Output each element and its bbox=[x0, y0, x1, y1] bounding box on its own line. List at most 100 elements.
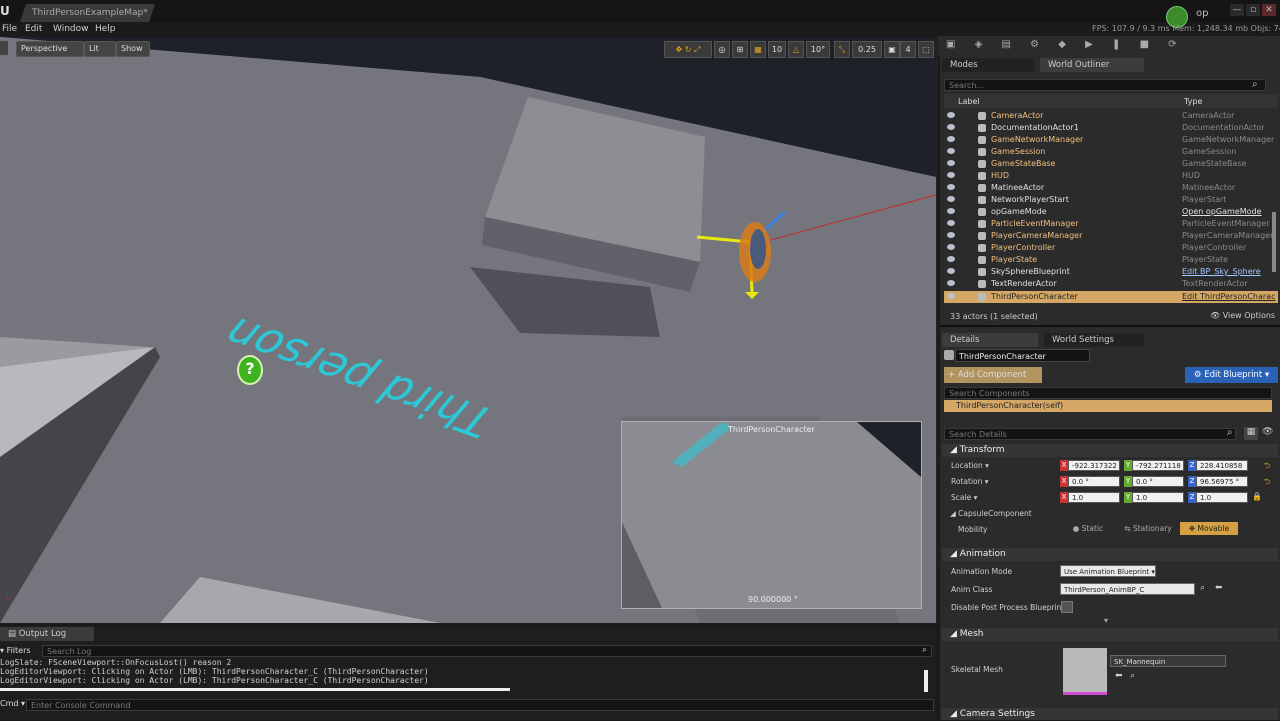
animation-mode-combo[interactable]: Use Animation Blueprint ▾ bbox=[1060, 565, 1156, 577]
eye-icon[interactable] bbox=[947, 208, 955, 214]
section-transform[interactable]: ◢ Transform bbox=[942, 444, 1278, 457]
viewport-options-button[interactable] bbox=[0, 41, 8, 55]
column-label[interactable]: Label bbox=[958, 97, 980, 106]
tab-details[interactable]: Details bbox=[942, 333, 1038, 347]
eye-icon[interactable] bbox=[947, 184, 955, 190]
scale-snap-value[interactable]: 0.25 bbox=[852, 41, 882, 58]
eye-icon[interactable] bbox=[947, 148, 955, 154]
lock-icon[interactable]: 🔒 bbox=[1252, 492, 1262, 501]
menu-help[interactable]: Help bbox=[95, 22, 116, 36]
grid-snap-value[interactable]: 10 bbox=[768, 41, 786, 58]
list-item[interactable]: GameSession GameSession bbox=[944, 146, 1278, 158]
main-toolbar-icons[interactable]: ▣ ◈ ▤ ⚙ ◆ ▶ ❚ ■ ⟳ bbox=[946, 39, 1276, 53]
eye-icon[interactable] bbox=[947, 268, 955, 274]
camera-speed-icon[interactable]: ▣ bbox=[884, 41, 900, 58]
edit-blueprint-button[interactable]: ⚙ Edit Blueprint ▾ bbox=[1185, 367, 1278, 383]
mesh-thumbnail[interactable] bbox=[1063, 648, 1107, 695]
property-matrix-icon[interactable]: ▦ bbox=[1244, 427, 1258, 440]
eye-icon[interactable] bbox=[947, 196, 955, 202]
actor-type-link[interactable]: Open opGameMode bbox=[1182, 206, 1262, 218]
log-search-input[interactable]: Search Log bbox=[42, 645, 932, 657]
menu-file[interactable]: File bbox=[2, 22, 17, 36]
scale-z-field[interactable]: 1.0 bbox=[1196, 492, 1248, 503]
list-item[interactable]: CameraActor CameraActor bbox=[944, 110, 1278, 122]
scale-x-field[interactable]: 1.0 bbox=[1068, 492, 1120, 503]
eye-icon[interactable] bbox=[947, 124, 955, 130]
add-component-button[interactable]: + Add Component bbox=[944, 367, 1042, 383]
list-item[interactable]: opGameMode Open opGameMode bbox=[944, 206, 1278, 218]
list-item[interactable]: PlayerState PlayerState bbox=[944, 254, 1278, 266]
eye-icon[interactable] bbox=[947, 280, 955, 286]
actor-type-link[interactable]: Edit BP_Sky_Sphere bbox=[1182, 266, 1261, 278]
cmd-selector[interactable]: Cmd ▾ bbox=[0, 699, 25, 708]
list-item[interactable]: GameStateBase GameStateBase bbox=[944, 158, 1278, 170]
list-item-selected[interactable]: ThirdPersonCharacter Edit ThirdPersonChar… bbox=[944, 291, 1278, 303]
use-selected-arrow-icon[interactable]: ⬅ bbox=[1115, 671, 1123, 681]
rotation-z-field[interactable]: 96.56975 ° bbox=[1196, 476, 1248, 487]
documentation-icon[interactable]: ? bbox=[237, 355, 263, 385]
rotation-y-field[interactable]: 0.0 ° bbox=[1132, 476, 1184, 487]
eye-icon[interactable] bbox=[947, 256, 955, 262]
maximize-button[interactable]: ▫ bbox=[1246, 4, 1260, 16]
lit-button[interactable]: Lit bbox=[84, 41, 116, 57]
search-icon[interactable]: ⌕ bbox=[1200, 583, 1205, 593]
eye-icon[interactable] bbox=[947, 136, 955, 142]
log-horizontal-scrollbar[interactable] bbox=[0, 688, 510, 691]
location-z-field[interactable]: 228.410858 bbox=[1196, 460, 1248, 471]
scale-label[interactable]: Scale ▾ bbox=[951, 493, 977, 502]
capsule-component-group[interactable]: ◢ CapsuleComponent bbox=[950, 509, 1032, 518]
section-camera-settings[interactable]: ◢ Camera Settings bbox=[942, 708, 1278, 720]
rotation-x-field[interactable]: 0.0 ° bbox=[1068, 476, 1120, 487]
chevron-down-icon[interactable]: ▾ bbox=[1104, 616, 1108, 625]
outliner-search-input[interactable]: Search... bbox=[944, 79, 1266, 91]
eye-icon[interactable] bbox=[947, 293, 955, 299]
reset-arrow-icon[interactable]: ⮌ bbox=[1264, 476, 1270, 490]
search-details-input[interactable]: Search Details bbox=[944, 428, 1236, 440]
tab-modes[interactable]: Modes bbox=[942, 58, 1034, 72]
maximize-viewport-icon[interactable]: ⬚ bbox=[918, 41, 934, 58]
menu-window[interactable]: Window bbox=[53, 22, 89, 36]
eye-icon[interactable] bbox=[947, 112, 955, 118]
mobility-stationary-button[interactable]: ⇆ Stationary bbox=[1118, 522, 1178, 535]
location-x-field[interactable]: -922.317322 bbox=[1068, 460, 1120, 471]
list-item[interactable]: NetworkPlayerStart PlayerStart bbox=[944, 194, 1278, 206]
disable-post-process-checkbox[interactable] bbox=[1061, 601, 1073, 613]
list-item[interactable]: PlayerController PlayerController bbox=[944, 242, 1278, 254]
eye-icon[interactable] bbox=[947, 220, 955, 226]
view-options-button[interactable]: 👁 View Options bbox=[1210, 311, 1275, 320]
minimize-button[interactable]: — bbox=[1230, 4, 1244, 16]
eye-icon[interactable] bbox=[947, 232, 955, 238]
transform-mode-group[interactable]: ✥ ↻ ⤢ bbox=[664, 41, 712, 58]
list-item[interactable]: HUD HUD bbox=[944, 170, 1278, 182]
list-item[interactable]: MatineeActor MatineeActor bbox=[944, 182, 1278, 194]
rotation-snap-icon[interactable]: △ bbox=[788, 41, 804, 58]
column-type[interactable]: Type bbox=[1184, 97, 1202, 106]
perspective-button[interactable]: Perspective bbox=[16, 41, 84, 57]
actor-type-link[interactable]: Edit ThirdPersonCharac bbox=[1182, 291, 1275, 303]
eye-icon[interactable]: 👁 bbox=[1262, 427, 1276, 440]
outliner-scrollbar[interactable] bbox=[1272, 212, 1276, 272]
list-item[interactable]: ParticleEventManager ParticleEventManager bbox=[944, 218, 1278, 230]
tab-world-settings[interactable]: World Settings bbox=[1044, 333, 1144, 347]
section-animation[interactable]: ◢ Animation bbox=[942, 548, 1278, 561]
list-item[interactable]: TextRenderActor TextRenderActor bbox=[944, 278, 1278, 290]
tab-world-outliner[interactable]: World Outliner bbox=[1040, 58, 1144, 72]
menu-edit[interactable]: Edit bbox=[25, 22, 42, 36]
search-components-input[interactable]: Search Components bbox=[944, 387, 1272, 399]
scale-snap-icon[interactable]: ⤡ bbox=[834, 41, 850, 58]
eye-icon[interactable] bbox=[947, 244, 955, 250]
anim-class-combo[interactable]: ThirdPerson_AnimBP_C bbox=[1060, 583, 1195, 595]
section-mesh[interactable]: ◢ Mesh bbox=[942, 628, 1278, 641]
scale-y-field[interactable]: 1.0 bbox=[1132, 492, 1184, 503]
component-self-row[interactable]: ThirdPersonCharacter(self) bbox=[944, 400, 1272, 412]
search-icon[interactable]: ⌕ bbox=[1130, 671, 1135, 681]
close-button[interactable]: ✕ bbox=[1262, 4, 1276, 16]
list-item[interactable]: SkySphereBlueprint Edit BP_Sky_Sphere bbox=[944, 266, 1278, 278]
skeletal-mesh-combo[interactable]: SK_Mannequin bbox=[1110, 655, 1226, 667]
document-tab[interactable]: ThirdPersonExampleMap* bbox=[20, 4, 155, 22]
list-item[interactable]: PlayerCameraManager PlayerCameraManager bbox=[944, 230, 1278, 242]
filters-button[interactable]: ▾ Filters bbox=[0, 646, 31, 655]
rotation-snap-value[interactable]: 10° bbox=[806, 41, 830, 58]
eye-icon[interactable] bbox=[947, 172, 955, 178]
location-y-field[interactable]: -792.271118 bbox=[1132, 460, 1184, 471]
